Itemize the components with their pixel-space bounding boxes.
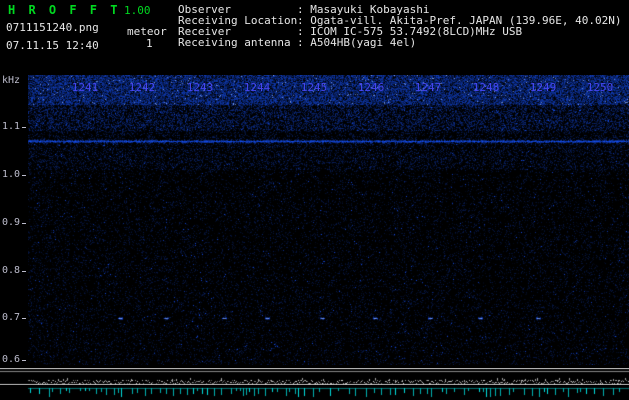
station-info: Observer: Masayuki Kobayashi Receiving Lo… — [178, 4, 622, 48]
meteor-count: 1 — [146, 37, 153, 50]
signal-level-strip — [0, 368, 629, 385]
freq-label-1.1: 1.1 — [1, 121, 27, 132]
freq-label-0.7: 0.7 — [1, 312, 27, 323]
freq-label-0.6: 0.6 — [1, 354, 27, 365]
freq-axis: 1.1 1.0 0.9 0.8 0.7 0.6 — [0, 0, 27, 400]
info-row: Receiving antenna : A504HB(yagi 4el) — [178, 37, 622, 48]
hrofft-screen: H R O F F T 1.00 0711151240.png meteor 1… — [0, 0, 629, 400]
app-version: 1.00 — [124, 4, 151, 17]
freq-label-1.0: 1.0 — [1, 169, 27, 180]
info-value: : A504HB(yagi 4el) — [297, 36, 417, 49]
spectrogram-canvas — [28, 75, 629, 365]
info-label: Receiving antenna — [178, 36, 291, 49]
freq-label-0.8: 0.8 — [1, 265, 27, 276]
minute-tick-strip — [0, 387, 629, 400]
freq-label-0.9: 0.9 — [1, 217, 27, 228]
